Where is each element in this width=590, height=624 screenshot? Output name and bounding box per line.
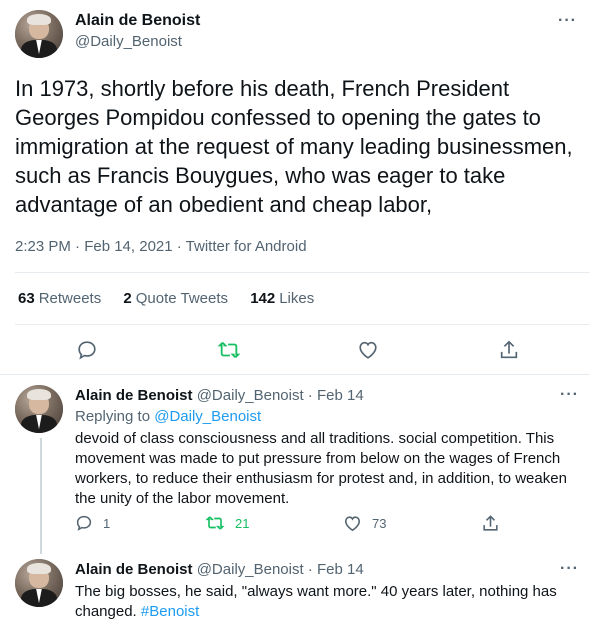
reply-button[interactable]: 1 bbox=[75, 514, 110, 532]
author-name[interactable]: Alain de Benoist bbox=[75, 387, 193, 404]
author-handle[interactable]: @Daily_Benoist bbox=[75, 33, 182, 50]
more-options-icon[interactable]: ··· bbox=[560, 560, 579, 578]
share-button[interactable] bbox=[481, 514, 500, 533]
retweet-button[interactable] bbox=[217, 339, 241, 361]
divider bbox=[0, 374, 590, 375]
avatar[interactable] bbox=[15, 385, 63, 433]
share-button[interactable] bbox=[498, 339, 520, 361]
reply-icon bbox=[78, 341, 96, 360]
like-count: 73 bbox=[372, 516, 387, 531]
author-name[interactable]: Alain de Benoist bbox=[75, 561, 193, 578]
replying-to: Replying to @Daily_Benoist bbox=[75, 408, 262, 425]
replying-to-link[interactable]: @Daily_Benoist bbox=[154, 408, 261, 425]
more-options-icon[interactable]: ··· bbox=[560, 386, 579, 404]
reply-icon bbox=[76, 515, 92, 531]
reply-button[interactable] bbox=[76, 339, 98, 361]
share-icon bbox=[500, 340, 518, 359]
likes-stat[interactable]: 142 Likes bbox=[250, 290, 332, 307]
more-options-icon[interactable]: ··· bbox=[558, 12, 577, 30]
reply-header: Alain de Benoist @Daily_Benoist · Feb 14 bbox=[75, 561, 364, 578]
tweet-text: In 1973, shortly before his death, Frenc… bbox=[15, 76, 573, 217]
retweet-count: 21 bbox=[235, 515, 250, 531]
divider bbox=[15, 324, 590, 325]
retweet-icon bbox=[217, 342, 241, 358]
author-handle-date[interactable]: @Daily_Benoist · Feb 14 bbox=[197, 387, 364, 404]
author-handle-date[interactable]: @Daily_Benoist · Feb 14 bbox=[197, 561, 364, 578]
avatar[interactable] bbox=[15, 559, 63, 607]
thread-connector-line bbox=[40, 438, 42, 554]
hashtag-link[interactable]: #Benoist bbox=[141, 603, 199, 620]
author-name[interactable]: Alain de Benoist bbox=[75, 12, 200, 30]
tweet-stats: 63 Retweets 2 Quote Tweets 142 Likes bbox=[18, 290, 332, 307]
tweet-timestamp[interactable]: 2:23 PM · Feb 14, 2021 · Twitter for And… bbox=[15, 238, 307, 255]
reply-count: 1 bbox=[103, 515, 111, 531]
divider bbox=[15, 272, 590, 273]
heart-icon bbox=[359, 341, 377, 359]
like-button[interactable]: 73 bbox=[343, 514, 386, 533]
reply-text: The big bosses, he said, "always want mo… bbox=[75, 583, 557, 620]
retweet-icon bbox=[205, 516, 225, 530]
reply-header: Alain de Benoist @Daily_Benoist · Feb 14 bbox=[75, 387, 364, 404]
reply-text: devoid of class consciousness and all tr… bbox=[75, 430, 567, 507]
heart-icon bbox=[344, 516, 361, 532]
retweets-stat[interactable]: 63 Retweets bbox=[18, 290, 119, 307]
share-icon bbox=[483, 515, 498, 531]
quote-tweets-stat[interactable]: 2 Quote Tweets bbox=[123, 290, 246, 307]
avatar[interactable] bbox=[15, 10, 63, 58]
retweet-button[interactable]: 21 bbox=[205, 514, 249, 532]
like-button[interactable] bbox=[357, 339, 379, 361]
